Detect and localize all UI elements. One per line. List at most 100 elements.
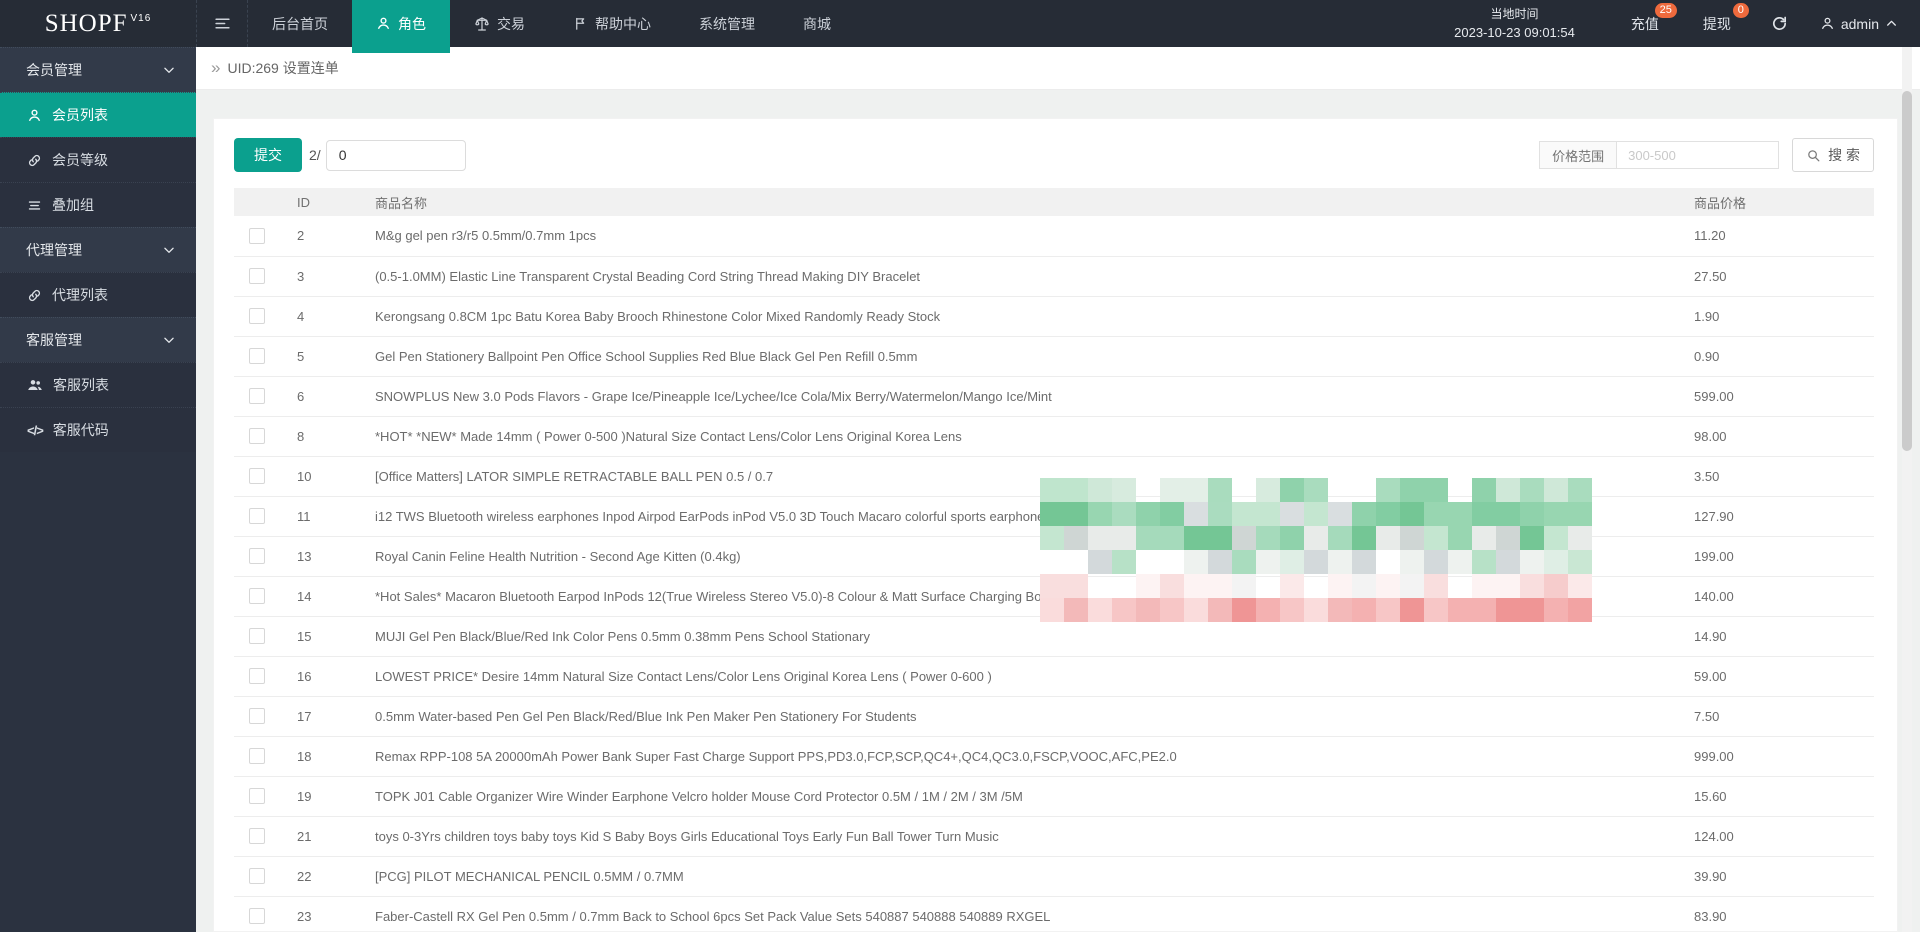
menu-icon xyxy=(214,15,231,32)
row-checkbox[interactable] xyxy=(249,668,265,684)
sidebar-item-service-code[interactable]: </> 客服代码 xyxy=(0,407,196,452)
cell-product-price: 127.90 xyxy=(1694,496,1874,537)
layers-icon xyxy=(27,198,42,213)
cell-id: 13 xyxy=(286,536,375,577)
row-checkbox[interactable] xyxy=(249,708,265,724)
nav-item-roles[interactable]: 角色 xyxy=(352,0,450,47)
sidebar-item-member-list[interactable]: 会员列表 xyxy=(0,92,196,137)
search-button[interactable]: 搜 索 xyxy=(1792,138,1874,172)
goods-table: ID 商品名称 商品价格 2 M&g gel pen r3/r5 0.5mm/0.… xyxy=(234,188,1874,932)
users-icon xyxy=(27,377,43,393)
row-checkbox[interactable] xyxy=(249,628,265,644)
row-checkbox[interactable] xyxy=(249,268,265,284)
cell-product-price: 0.90 xyxy=(1694,336,1874,377)
brand-logo: SHOPF V16 xyxy=(0,0,196,47)
cell-product-price: 15.60 xyxy=(1694,776,1874,817)
cell-product-name: MUJI Gel Pen Black/Blue/Red Ink Color Pe… xyxy=(375,616,1694,657)
cell-product-name: 0.5mm Water-based Pen Gel Pen Black/Red/… xyxy=(375,696,1694,737)
table-row: 17 0.5mm Water-based Pen Gel Pen Black/Re… xyxy=(234,696,1874,737)
row-checkbox[interactable] xyxy=(249,588,265,604)
row-checkbox[interactable] xyxy=(249,548,265,564)
user-icon xyxy=(27,108,42,123)
sidebar-item-stack-group[interactable]: 叠加组 xyxy=(0,182,196,227)
cell-product-name: SNOWPLUS New 3.0 Pods Flavors - Grape Ic… xyxy=(375,376,1694,417)
table-row: 8 *HOT* *NEW* Made 14mm ( Power 0-500 )Na… xyxy=(234,416,1874,457)
scales-icon xyxy=(474,16,490,32)
top-navigation: 后台首页 角色 交易 帮助中心 系统管理 商城 xyxy=(248,0,855,47)
table-row: 11 i12 TWS Bluetooth wireless earphones I… xyxy=(234,496,1874,537)
cell-product-price: 140.00 xyxy=(1694,576,1874,617)
nav-item-help-center[interactable]: 帮助中心 xyxy=(549,0,675,47)
row-checkbox[interactable] xyxy=(249,308,265,324)
cell-product-price: 999.00 xyxy=(1694,736,1874,777)
row-checkbox[interactable] xyxy=(249,828,265,844)
scrollbar-thumb[interactable] xyxy=(1902,91,1912,451)
local-time-label: 当地时间 xyxy=(1490,6,1539,21)
ratio-label: 2/ xyxy=(309,147,321,163)
user-icon xyxy=(376,16,391,31)
menu-icon[interactable] xyxy=(196,0,248,47)
table-row: 16 LOWEST PRICE* Desire 14mm Natural Size… xyxy=(234,656,1874,697)
sidebar-group-label: 会员管理 xyxy=(26,62,82,78)
withdraw-label: 提现 xyxy=(1702,15,1731,32)
recharge-link[interactable]: 充值 25 xyxy=(1631,2,1677,34)
sidebar-item-member-level[interactable]: 会员等级 xyxy=(0,137,196,182)
refresh-button[interactable] xyxy=(1771,15,1788,32)
nav-item-dashboard[interactable]: 后台首页 xyxy=(248,0,352,47)
cell-checkbox xyxy=(234,616,286,657)
row-checkbox[interactable] xyxy=(249,908,265,924)
sidebar-item-label: 会员列表 xyxy=(52,107,108,123)
breadcrumb-text: UID:269 设置连单 xyxy=(227,60,339,76)
cell-checkbox xyxy=(234,376,286,417)
cell-id: 3 xyxy=(286,256,375,297)
row-checkbox[interactable] xyxy=(249,388,265,404)
table-row: 5 Gel Pen Stationery Ballpoint Pen Office… xyxy=(234,336,1874,377)
row-checkbox[interactable] xyxy=(249,788,265,804)
row-checkbox[interactable] xyxy=(249,508,265,524)
row-checkbox[interactable] xyxy=(249,348,265,364)
cell-id: 22 xyxy=(286,856,375,897)
vertical-scrollbar[interactable] xyxy=(1902,47,1912,932)
table-row: 18 Remax RPP-108 5A 20000mAh Power Bank S… xyxy=(234,736,1874,777)
row-checkbox[interactable] xyxy=(249,868,265,884)
sidebar-group-label: 代理管理 xyxy=(26,242,82,258)
cell-product-name: (0.5-1.0MM) Elastic Line Transparent Cry… xyxy=(375,256,1694,297)
cell-id: 19 xyxy=(286,776,375,817)
user-menu[interactable]: admin xyxy=(1820,16,1898,32)
cell-product-name: *Hot Sales* Macaron Bluetooth Earpod InP… xyxy=(375,576,1694,617)
sidebar-group-service-management[interactable]: 客服管理 xyxy=(0,317,196,362)
sidebar-group-agent-management[interactable]: 代理管理 xyxy=(0,227,196,272)
row-checkbox[interactable] xyxy=(249,748,265,764)
count-input[interactable] xyxy=(325,139,466,171)
row-checkbox[interactable] xyxy=(249,468,265,484)
cell-checkbox xyxy=(234,536,286,577)
withdraw-link[interactable]: 提现 0 xyxy=(1702,2,1749,34)
submit-button[interactable]: 提交 xyxy=(234,138,302,172)
cell-product-price: 39.90 xyxy=(1694,856,1874,897)
username: admin xyxy=(1840,15,1879,32)
cell-product-name: Faber-Castell RX Gel Pen 0.5mm / 0.7mm B… xyxy=(375,896,1694,932)
nav-item-system-management[interactable]: 系统管理 xyxy=(675,0,779,47)
cell-id: 6 xyxy=(286,376,375,417)
cell-id: 14 xyxy=(286,576,375,617)
brand-name: SHOPF xyxy=(44,9,128,37)
cell-checkbox xyxy=(234,496,286,537)
cell-product-name: Remax RPP-108 5A 20000mAh Power Bank Sup… xyxy=(375,736,1694,777)
row-checkbox[interactable] xyxy=(249,227,265,244)
sidebar-item-agent-list[interactable]: 代理列表 xyxy=(0,272,196,317)
sidebar-item-service-list[interactable]: 客服列表 xyxy=(0,362,196,407)
row-checkbox[interactable] xyxy=(249,428,265,444)
price-range-input[interactable] xyxy=(1617,141,1780,169)
breadcrumb: » UID:269 设置连单 xyxy=(196,47,1920,90)
cell-product-name: Kerongsang 0.8CM 1pc Batu Korea Baby Bro… xyxy=(375,296,1694,337)
table-row: 13 Royal Canin Feline Health Nutrition - … xyxy=(234,536,1874,577)
nav-item-trade[interactable]: 交易 xyxy=(450,0,549,47)
cell-checkbox xyxy=(234,896,286,932)
table-row: 21 toys 0-3Yrs children toys baby toys Ki… xyxy=(234,816,1874,857)
cell-product-name: [PCG] PILOT MECHANICAL PENCIL 0.5MM / 0.… xyxy=(375,856,1694,897)
chevron-down-icon xyxy=(162,333,176,347)
cell-checkbox xyxy=(234,256,286,297)
nav-item-mall[interactable]: 商城 xyxy=(779,0,855,47)
table-row: 3 (0.5-1.0MM) Elastic Line Transparent Cr… xyxy=(234,256,1874,297)
sidebar-group-member-management[interactable]: 会员管理 xyxy=(0,47,196,92)
